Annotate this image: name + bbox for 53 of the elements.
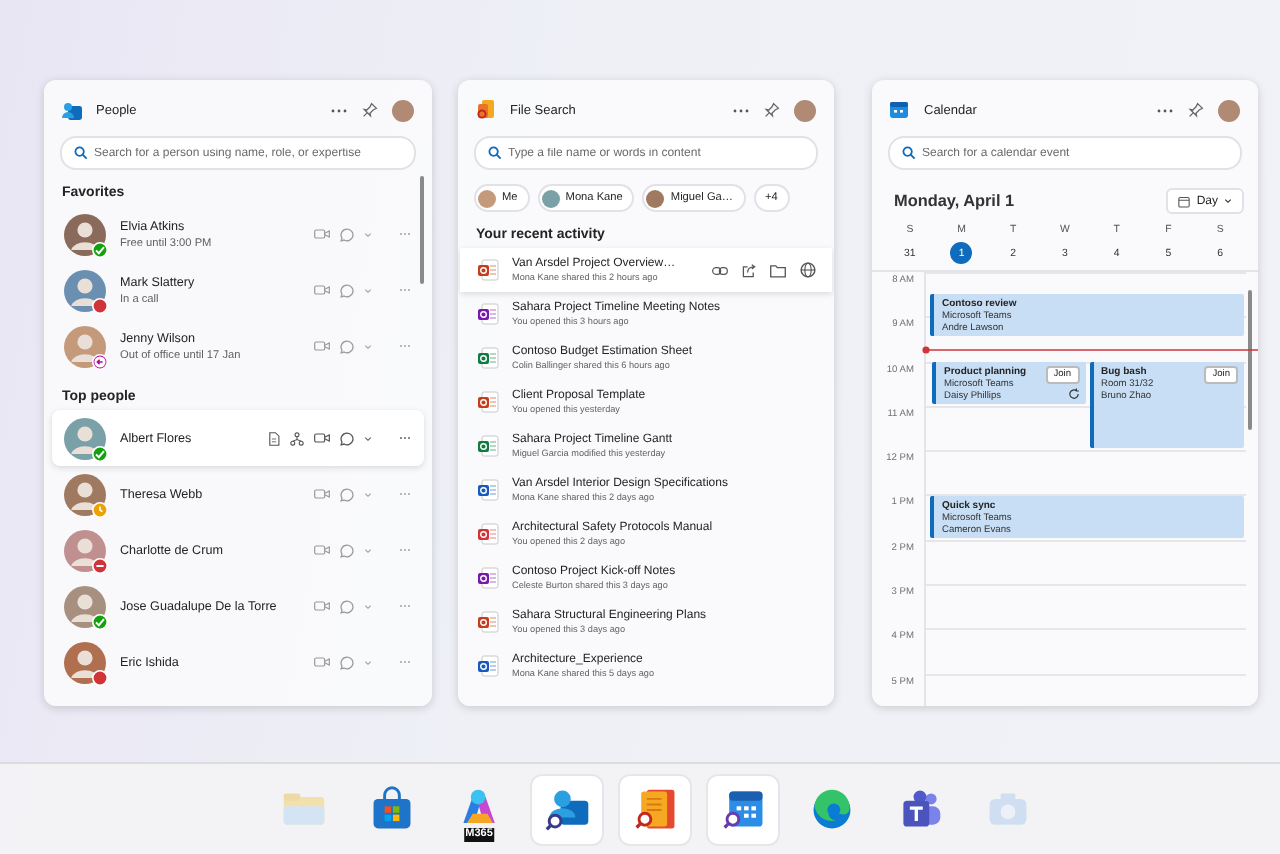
taskbar-app-button[interactable]: [708, 775, 778, 843]
avatar[interactable]: [392, 99, 414, 121]
file-type-icon: [476, 478, 500, 502]
search-icon: [902, 146, 916, 160]
people-app-icon: [62, 101, 82, 119]
avatar[interactable]: [64, 325, 106, 367]
calendar-app-icon: [890, 100, 910, 120]
avatar: [646, 189, 665, 207]
file-type-icon: [476, 566, 500, 590]
more-icon[interactable]: [1156, 107, 1174, 113]
link-icon[interactable]: [712, 265, 728, 275]
file-type-icon: [476, 522, 500, 546]
avatar: [478, 189, 496, 207]
caret-icon[interactable]: [364, 435, 372, 441]
taskbar-app-button[interactable]: [532, 775, 602, 843]
avatar[interactable]: [64, 473, 106, 515]
pin-icon[interactable]: [764, 102, 780, 118]
avatar[interactable]: [64, 529, 106, 571]
globe-icon[interactable]: [800, 262, 816, 278]
file-type-icon: [476, 654, 500, 678]
pin-icon[interactable]: [1188, 102, 1204, 118]
file-search-app-icon: [476, 100, 496, 120]
date-heading: Monday, April 1: [894, 192, 1017, 210]
avatar: [541, 189, 560, 207]
chat-icon[interactable]: [340, 431, 354, 445]
file-type-icon: [476, 258, 500, 282]
pin-icon[interactable]: [362, 102, 378, 118]
taskbar-app-button[interactable]: [620, 775, 690, 843]
search-icon: [488, 146, 502, 160]
document-search-icon: [631, 785, 679, 833]
org-chart-icon[interactable]: [290, 431, 304, 445]
more-icon[interactable]: [330, 107, 348, 113]
file-type-icon: [476, 434, 500, 458]
search-icon: [74, 146, 88, 160]
calendar-icon: [1178, 195, 1191, 207]
caret-icon[interactable]: [1224, 198, 1232, 204]
document-icon[interactable]: [268, 431, 280, 445]
folder-icon[interactable]: [770, 263, 786, 277]
file-type-icon: [476, 610, 500, 634]
scrollbar-thumb[interactable]: [420, 176, 424, 284]
avatar[interactable]: [64, 417, 106, 459]
avatar[interactable]: [64, 585, 106, 627]
avatar[interactable]: [1218, 99, 1240, 121]
file-type-icon: [476, 302, 500, 326]
avatar[interactable]: [64, 213, 106, 255]
file-type-icon: [476, 346, 500, 370]
share-icon[interactable]: [742, 263, 756, 277]
more-icon[interactable]: [732, 107, 750, 113]
people-search-icon: [543, 785, 591, 833]
file-type-icon: [476, 390, 500, 414]
avatar[interactable]: [794, 99, 816, 121]
scrollbar-thumb[interactable]: [1248, 290, 1252, 430]
video-call-icon[interactable]: [314, 432, 330, 444]
